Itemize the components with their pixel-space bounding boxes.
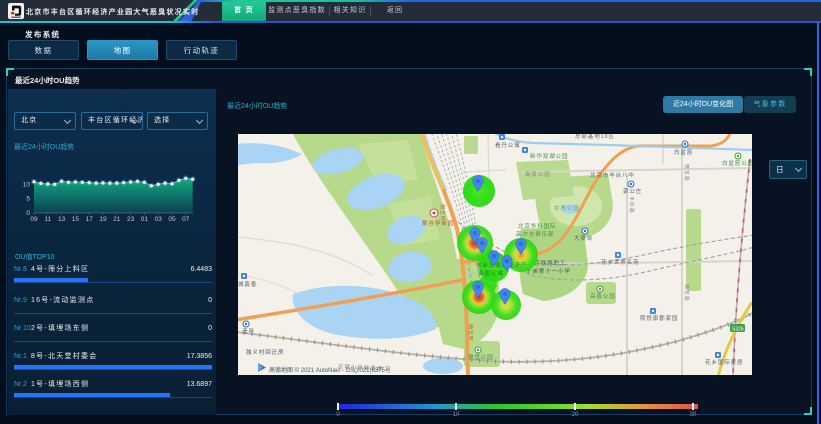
svg-text:高鑫公园: 高鑫公园 — [590, 292, 616, 300]
svg-text:花乡国际家居: 花乡国际家居 — [705, 358, 743, 366]
svg-text:子弟第十一小学: 子弟第十一小学 — [526, 267, 571, 275]
svg-text:01: 01 — [141, 216, 149, 223]
svg-text:高德地图 © 2021 AutoNavi - GS(2021: 高德地图 © 2021 AutoNavi - GS(2021)6375号 — [269, 366, 391, 374]
svg-text:03: 03 — [155, 216, 163, 223]
svg-text:23: 23 — [127, 216, 135, 223]
svg-text:09: 09 — [30, 216, 38, 223]
svg-text:熙悦康郡家园: 熙悦康郡家园 — [640, 314, 678, 322]
svg-text:业园区域: 业园区域 — [478, 269, 504, 277]
svg-text:紫谷伊甸园: 紫谷伊甸园 — [422, 219, 454, 227]
svg-text:北京市丰台八中: 北京市丰台八中 — [590, 171, 635, 179]
svg-text:高尔夫俱乐部: 高尔夫俱乐部 — [516, 230, 554, 238]
svg-text:御景公园: 御景公园 — [525, 170, 551, 178]
svg-text:樊羊路: 樊羊路 — [683, 284, 690, 302]
svg-text:15: 15 — [72, 216, 80, 223]
svg-text:看丹公寓: 看丹公寓 — [495, 141, 521, 149]
svg-text:城鑫善: 城鑫善 — [238, 280, 257, 288]
svg-text:13: 13 — [58, 216, 66, 223]
svg-text:丰科路: 丰科路 — [628, 196, 635, 214]
svg-text:21: 21 — [113, 216, 121, 223]
svg-text:樊羊路: 樊羊路 — [683, 164, 690, 182]
svg-text:17: 17 — [86, 216, 94, 223]
svg-text:5: 5 — [26, 196, 30, 203]
svg-text:狼垡公园: 狼垡公园 — [468, 353, 494, 361]
svg-text:总部基地10区: 总部基地10区 — [575, 134, 615, 140]
svg-text:05: 05 — [168, 216, 176, 223]
svg-text:大葆台: 大葆台 — [574, 234, 593, 242]
svg-text:世界公园: 世界公园 — [554, 204, 580, 212]
svg-text:北京华科国际: 北京华科国际 — [518, 222, 556, 230]
svg-text:独义村回迁房: 独义村回迁房 — [246, 348, 284, 356]
svg-text:丰台区循环经济产: 丰台区循环经济产 — [476, 261, 527, 269]
svg-text:白盆窑: 白盆窑 — [674, 148, 693, 156]
svg-text:0: 0 — [26, 210, 30, 217]
svg-text:南五环: 南五环 — [467, 324, 474, 342]
svg-text:郭公庄: 郭公庄 — [623, 187, 642, 195]
svg-text:新华双湖公园: 新华双湖公园 — [530, 152, 568, 160]
svg-text:造甲: 造甲 — [242, 327, 255, 335]
svg-text:S326: S326 — [732, 327, 744, 333]
svg-text:南五环: 南五环 — [439, 204, 446, 222]
svg-text:10: 10 — [23, 182, 31, 189]
svg-text:白盆窑公园: 白盆窑公园 — [722, 159, 752, 167]
svg-text:花乡世界名苑: 花乡世界名苑 — [601, 258, 639, 266]
svg-text:11: 11 — [44, 216, 51, 223]
svg-text:19: 19 — [99, 216, 107, 223]
svg-text:07: 07 — [182, 216, 190, 223]
